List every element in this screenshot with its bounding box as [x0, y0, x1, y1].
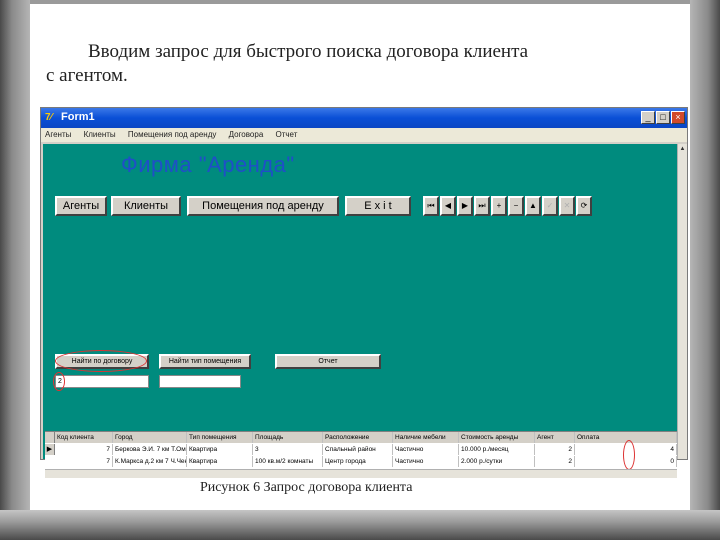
figure-caption: Рисунок 6 Запрос договора клиента: [200, 480, 413, 495]
table-cell[interactable]: 2: [535, 456, 575, 467]
column-header[interactable]: Тип помещения: [187, 432, 253, 443]
row-indicator: [45, 432, 55, 443]
nav-next-button[interactable]: ▶: [457, 196, 473, 216]
table-cell[interactable]: 2: [535, 444, 575, 455]
table-cell[interactable]: Частично: [393, 456, 459, 467]
agents-button[interactable]: Агенты: [55, 196, 107, 216]
menu-item-clients[interactable]: Клиенты: [84, 130, 116, 139]
nav-edit-button[interactable]: ▲: [525, 196, 541, 216]
grid-header-row: Код клиента Город Тип помещения Площадь …: [45, 432, 677, 443]
nav-refresh-button[interactable]: ⟳: [576, 196, 592, 216]
column-header[interactable]: Код клиента: [55, 432, 113, 443]
nav-delete-button[interactable]: −: [508, 196, 524, 216]
search-premises-button[interactable]: Найти тип помещения: [159, 354, 251, 369]
table-cell[interactable]: Частично: [393, 444, 459, 455]
table-cell[interactable]: 3: [253, 444, 323, 455]
window-title: Form1: [61, 111, 95, 123]
highlight-mark-input: [53, 372, 65, 391]
column-header[interactable]: Площадь: [253, 432, 323, 443]
form-client-area: Фирма "Аренда" Агенты Клиенты Помещения …: [43, 144, 677, 478]
nav-last-button[interactable]: ⏭: [474, 196, 490, 216]
table-cell[interactable]: 100 кв.м/2 комнаты: [253, 456, 323, 467]
column-header[interactable]: Агент: [535, 432, 575, 443]
nav-cancel-button[interactable]: ✕: [559, 196, 575, 216]
app-icon: 7⁄: [45, 112, 53, 123]
firm-title: Фирма "Аренда": [121, 152, 295, 177]
app-window: 7⁄ Form1 _ □ × Агенты Клиенты Помещения …: [40, 107, 688, 478]
title-bar[interactable]: 7⁄ Form1 _ □ ×: [41, 108, 687, 128]
table-cell[interactable]: 7: [55, 456, 113, 467]
table-cell[interactable]: Квартира: [187, 444, 253, 455]
table-cell[interactable]: К.Маркса д.2 км 7 Ч.Ченеринск: [113, 456, 187, 467]
heading-line-1: Вводим запрос для быстрого поиска догово…: [88, 41, 529, 62]
table-cell[interactable]: Спальный район: [323, 444, 393, 455]
table-cell[interactable]: Центр города: [323, 456, 393, 467]
report-button[interactable]: Отчет: [275, 354, 381, 369]
premises-button[interactable]: Помещения под аренду: [187, 196, 339, 216]
table-row[interactable]: 7 К.Маркса д.2 км 7 Ч.Ченеринск Квартира…: [45, 456, 677, 467]
menu-item-premises[interactable]: Помещения под аренду: [128, 130, 216, 139]
slide-heading: Вводим запрос для быстрого поиска догово…: [46, 40, 686, 88]
close-button[interactable]: ×: [671, 111, 685, 124]
menu-item-agents[interactable]: Агенты: [45, 130, 71, 139]
column-header[interactable]: Стоимость аренды: [459, 432, 535, 443]
current-row-indicator: ▶: [45, 444, 55, 455]
table-row[interactable]: ▶ 7 Беркова Э.И. 7 км Т.Омск Квартира 3 …: [45, 444, 677, 455]
scroll-up-icon[interactable]: ▲: [678, 144, 687, 154]
highlight-mark-button: [55, 350, 147, 372]
table-cell[interactable]: Беркова Э.И. 7 км Т.Омск: [113, 444, 187, 455]
clients-button[interactable]: Клиенты: [111, 196, 181, 216]
table-cell[interactable]: 7: [55, 444, 113, 455]
menu-item-contracts[interactable]: Договора: [229, 130, 264, 139]
column-header[interactable]: Расположение: [323, 432, 393, 443]
maximize-button[interactable]: □: [656, 111, 670, 124]
horizontal-scrollbar[interactable]: [45, 469, 677, 478]
nav-prior-button[interactable]: ◀: [440, 196, 456, 216]
nav-post-button[interactable]: ✓: [542, 196, 558, 216]
search-premises-input[interactable]: [159, 375, 241, 388]
row-indicator: [45, 456, 55, 467]
table-cell[interactable]: 2.000 р./сутки: [459, 456, 535, 467]
highlight-mark-agent: [623, 440, 635, 470]
slide-frame-right: [690, 0, 720, 540]
slide-frame-left: [0, 0, 30, 540]
vertical-scrollbar[interactable]: ▲: [677, 144, 687, 459]
column-header[interactable]: Наличие мебели: [393, 432, 459, 443]
slide-frame-bottom: [0, 510, 720, 540]
exit-button[interactable]: E x i t: [345, 196, 411, 216]
minimize-button[interactable]: _: [641, 111, 655, 124]
table-cell[interactable]: 10.000 р./месяц: [459, 444, 535, 455]
column-header[interactable]: Город: [113, 432, 187, 443]
nav-insert-button[interactable]: +: [491, 196, 507, 216]
slide-frame-top: [0, 0, 720, 4]
nav-first-button[interactable]: ⏮: [423, 196, 439, 216]
results-grid: Код клиента Город Тип помещения Площадь …: [45, 431, 677, 470]
menu-bar: Агенты Клиенты Помещения под аренду Дого…: [41, 128, 687, 142]
search-contract-input[interactable]: 2: [55, 375, 149, 388]
menu-item-report[interactable]: Отчет: [276, 130, 298, 139]
table-cell[interactable]: Квартира: [187, 456, 253, 467]
heading-line-2: с агентом.: [46, 65, 128, 86]
